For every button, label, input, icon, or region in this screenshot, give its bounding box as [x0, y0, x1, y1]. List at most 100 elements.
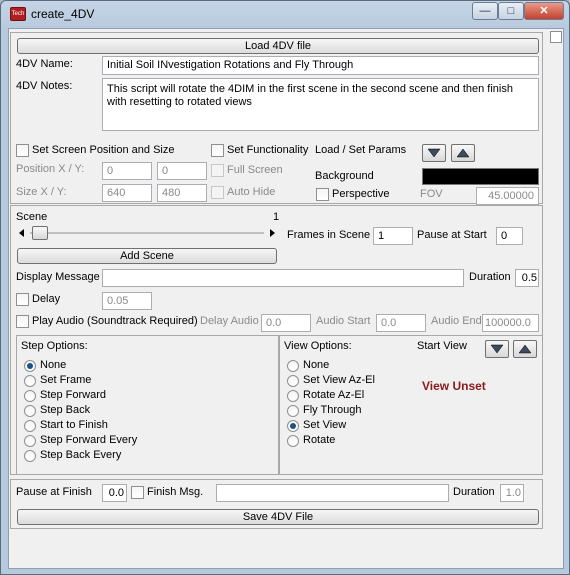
triangle-up-icon	[456, 148, 470, 158]
finish-duration-field[interactable]: 1.0	[500, 484, 524, 502]
triangle-down-icon	[490, 344, 504, 354]
step-option-option-label[interactable]: Step Forward Every	[40, 434, 137, 446]
app-icon: Tech	[10, 7, 26, 21]
step-option-option-label[interactable]: Start to Finish	[40, 419, 108, 431]
pause-at-start-label: Pause at Start	[417, 229, 487, 241]
perspective-checkbox[interactable]	[316, 188, 329, 201]
triangle-up-icon	[518, 344, 532, 354]
auto-hide-label: Auto Hide	[227, 186, 276, 198]
view-option-radio[interactable]	[287, 405, 299, 417]
perspective-label: Perspective	[332, 188, 390, 200]
step-option-option-label[interactable]: Step Back Every	[40, 449, 121, 461]
step-option-radio[interactable]	[24, 405, 36, 417]
slider-track	[19, 229, 275, 237]
view-option-option-label[interactable]: Set View	[303, 419, 346, 431]
position-x-field[interactable]: 0	[102, 162, 152, 180]
minimize-button[interactable]: —	[472, 2, 498, 20]
view-option-radio[interactable]	[287, 375, 299, 387]
play-audio-label: Play Audio (Soundtrack Required)	[32, 315, 198, 327]
step-option-option-label[interactable]: None	[40, 359, 66, 371]
set-functionality-checkbox[interactable]	[211, 144, 224, 157]
pause-at-finish-field[interactable]: 0.0	[102, 484, 127, 502]
view-option-radio[interactable]	[287, 390, 299, 402]
start-view-label: Start View	[417, 340, 467, 352]
view-options-label: View Options:	[284, 340, 352, 352]
background-color-swatch[interactable]	[422, 168, 539, 185]
full-screen-label: Full Screen	[227, 164, 283, 176]
client-area: Load 4DV file 4DV Name: Initial Soil INv…	[8, 28, 564, 569]
slider-left-arrow-icon	[19, 229, 24, 237]
display-message-label: Display Message	[16, 271, 100, 283]
corner-checkbox[interactable]	[550, 31, 562, 43]
step-option-radio[interactable]	[24, 375, 36, 387]
frames-in-scene-label: Frames in Scene	[287, 229, 371, 241]
view-option-option-label[interactable]: Rotate Az-El	[303, 389, 364, 401]
save-4dv-button[interactable]: Save 4DV File	[17, 509, 539, 525]
slider-thumb[interactable]	[32, 226, 48, 240]
step-option-option-label[interactable]: Step Forward	[40, 389, 106, 401]
step-option-option-label[interactable]: Set Frame	[40, 374, 91, 386]
finish-msg-label: Finish Msg.	[147, 486, 204, 498]
name-field[interactable]: Initial Soil INvestigation Rotations and…	[102, 56, 539, 75]
message-duration-label: Duration	[469, 271, 511, 283]
start-view-down-button[interactable]	[485, 340, 509, 358]
display-message-field[interactable]	[102, 269, 464, 287]
view-option-option-label[interactable]: None	[303, 359, 329, 371]
size-x-field[interactable]: 640	[102, 184, 152, 202]
delay-audio-label: Delay Audio	[200, 315, 259, 327]
maximize-button[interactable]: □	[498, 2, 524, 20]
add-scene-button[interactable]: Add Scene	[17, 248, 277, 264]
close-button[interactable]: ✕	[524, 2, 564, 20]
load-4dv-button[interactable]: Load 4DV file	[17, 38, 539, 54]
audio-start-field[interactable]: 0.0	[376, 314, 426, 332]
delay-field[interactable]: 0.05	[102, 292, 152, 310]
step-option-radio[interactable]	[24, 420, 36, 432]
window-title: create_4DV	[31, 7, 95, 21]
right-strip	[549, 29, 563, 568]
finish-msg-field[interactable]	[216, 484, 449, 502]
step-options-label: Step Options:	[21, 340, 88, 352]
size-y-field[interactable]: 480	[157, 184, 207, 202]
view-option-option-label[interactable]: Rotate	[303, 434, 335, 446]
app-window: Tech create_4DV — □ ✕ Load 4DV file 4DV …	[0, 0, 570, 575]
pause-at-finish-label: Pause at Finish	[16, 486, 92, 498]
delay-audio-field[interactable]: 0.0	[261, 314, 311, 332]
frames-in-scene-field[interactable]: 1	[373, 227, 413, 245]
view-option-radio[interactable]	[287, 420, 299, 432]
audio-end-field[interactable]: 100000.0	[482, 314, 539, 332]
pause-at-start-field[interactable]: 0	[496, 227, 523, 245]
message-duration-field[interactable]: 0.5	[515, 269, 539, 287]
view-option-option-label[interactable]: Fly Through	[303, 404, 362, 416]
view-option-radio[interactable]	[287, 435, 299, 447]
audio-end-label: Audio End	[431, 315, 482, 327]
set-functionality-label: Set Functionality	[227, 144, 309, 156]
step-option-radio[interactable]	[24, 435, 36, 447]
start-view-up-button[interactable]	[513, 340, 537, 358]
params-up-button[interactable]	[451, 144, 475, 162]
size-label: Size X / Y:	[16, 186, 67, 198]
full-screen-checkbox[interactable]	[211, 164, 224, 177]
title-bar[interactable]: Tech create_4DV — □ ✕	[1, 1, 569, 27]
notes-field[interactable]: This script will rotate the 4DIM in the …	[102, 78, 539, 131]
notes-label: 4DV Notes:	[16, 80, 73, 92]
position-y-field[interactable]: 0	[157, 162, 207, 180]
step-option-radio[interactable]	[24, 360, 36, 372]
play-audio-checkbox[interactable]	[16, 315, 29, 328]
auto-hide-checkbox[interactable]	[211, 186, 224, 199]
params-down-button[interactable]	[422, 144, 446, 162]
slider-right-arrow-icon	[270, 229, 275, 237]
background-label: Background	[315, 170, 374, 182]
finish-msg-checkbox[interactable]	[131, 486, 144, 499]
finish-duration-label: Duration	[453, 486, 495, 498]
view-option-option-label[interactable]: Set View Az-El	[303, 374, 375, 386]
step-option-radio[interactable]	[24, 390, 36, 402]
audio-start-label: Audio Start	[316, 315, 371, 327]
view-option-radio[interactable]	[287, 360, 299, 372]
view-status-text: View Unset	[422, 379, 486, 393]
delay-checkbox[interactable]	[16, 293, 29, 306]
fov-field[interactable]: 45.00000	[476, 187, 539, 205]
set-screen-position-checkbox[interactable]	[16, 144, 29, 157]
step-option-radio[interactable]	[24, 450, 36, 462]
scene-slider[interactable]	[16, 226, 278, 240]
step-option-option-label[interactable]: Step Back	[40, 404, 90, 416]
